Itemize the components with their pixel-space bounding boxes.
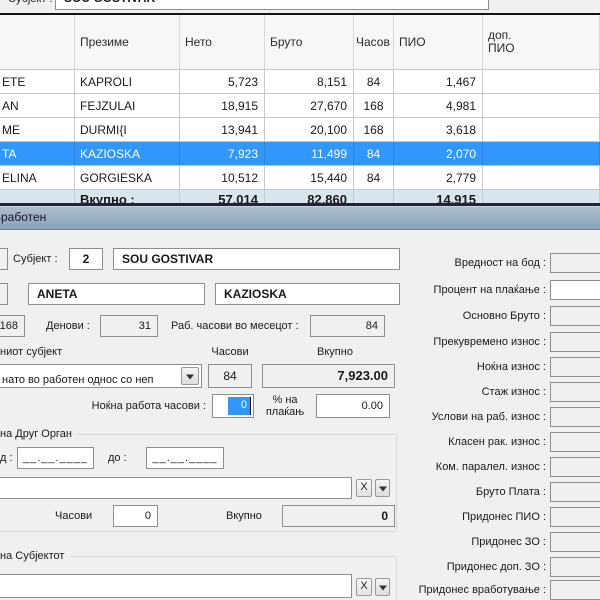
other-organ-hours-label: Часови <box>55 510 92 522</box>
other-organ-clear-button[interactable]: X <box>356 479 372 497</box>
right-field-uslovi <box>550 407 600 427</box>
hours-168-field: 168 <box>0 315 25 337</box>
month-hours-label: Раб. часови во месецот : <box>171 320 299 332</box>
night-work-selected-text: 0 <box>228 397 250 415</box>
first-name-field[interactable]: ANETA <box>28 283 205 305</box>
subject-clear-button[interactable]: X <box>356 578 372 596</box>
row-number-stub-field2 <box>0 283 8 305</box>
date-from-label: д : <box>0 452 13 464</box>
last-name-field[interactable]: KAZIOSKA <box>215 283 400 305</box>
other-organ-hours-field[interactable]: 0 <box>113 505 158 527</box>
night-work-label: Ноќна работа часови : <box>60 400 206 412</box>
col-header-neto[interactable]: Нето <box>180 15 265 69</box>
other-organ-total-label: Вкупно <box>226 510 262 522</box>
right-field-prekuvremeno <box>550 332 600 352</box>
col-header-surname[interactable]: Презиме <box>75 15 180 69</box>
right-label-vrednost: Вредност на бод : <box>408 253 546 273</box>
employee-panel-header[interactable]: Вработен <box>0 206 600 230</box>
right-label-nokna: Ноќна износ : <box>408 357 546 377</box>
right-field-kom-paralel <box>550 457 600 477</box>
night-work-hours-field[interactable]: 0 <box>212 394 254 418</box>
right-field-pridones-vrabotuvanje <box>550 580 600 600</box>
work-relation-total-field: 7,923.00 <box>262 364 395 388</box>
main-subject-section-label: ниот субјект <box>0 346 62 358</box>
right-field-pridones-pio <box>550 507 600 527</box>
employee-panel-title: Вработен <box>0 206 46 229</box>
right-label-osnovno-bruto: Основно Бруто : <box>408 306 546 326</box>
table-row-selected[interactable]: TA KAZIOSKA 7,923 11,499 84 2,070 <box>0 142 600 166</box>
right-field-osnovno-bruto <box>550 306 600 326</box>
right-label-kom-paralel: Ком. паралел. износ : <box>408 457 546 477</box>
col-header-hours[interactable]: Часов <box>354 15 394 69</box>
col-header-dop-pio[interactable]: доп. ПИО <box>483 15 600 69</box>
right-field-staz <box>550 382 600 402</box>
right-field-bruto-plata <box>550 482 600 502</box>
other-organ-total-field: 0 <box>282 505 395 527</box>
right-field-klasen <box>550 432 600 452</box>
right-label-uslovi: Услови на раб. износ : <box>408 407 546 427</box>
top-partial-row: Субјект : SOU GOSTIVAR <box>0 0 600 13</box>
right-label-procent: Процент на плаќање : <box>408 280 546 300</box>
date-from-field[interactable]: __.__.____ <box>17 447 94 469</box>
percent-pay-field[interactable]: 0.00 <box>316 394 390 418</box>
right-label-staz: Стаж износ : <box>408 382 546 402</box>
right-label-pridones-zo: Придонес ЗО : <box>408 532 546 552</box>
subject-label: Субјект : <box>13 253 58 265</box>
row-number-stub-field <box>0 248 8 270</box>
employee-table: Презиме Нето Бруто Часов ПИО доп. ПИО ET… <box>0 15 600 209</box>
table-row[interactable]: ETE KAPROLI 5,723 8,151 84 1,467 <box>0 70 600 94</box>
subject-dropdown-button[interactable] <box>375 578 390 596</box>
work-relation-hours-field: 84 <box>208 364 252 388</box>
chevron-down-icon <box>379 586 387 591</box>
date-to-field[interactable]: __.__.____ <box>146 447 224 469</box>
work-relation-dropdown-button[interactable] <box>181 367 199 385</box>
right-field-pridones-dop-zo <box>550 557 600 577</box>
subject-code-field[interactable]: 2 <box>69 248 103 270</box>
right-label-pridones-dop-zo: Придонес доп. ЗО : <box>408 557 546 577</box>
table-row[interactable]: AN FEJZULAI 18,915 27,670 168 4,981 <box>0 94 600 118</box>
table-row[interactable]: ELINA GORGIESKA 10,512 15,440 84 2,779 <box>0 166 600 190</box>
days-field: 31 <box>100 315 158 337</box>
month-hours-field: 84 <box>310 315 385 337</box>
right-label-prekuvremeno: Прекувремено износ : <box>408 332 546 352</box>
right-field-pridones-zo <box>550 532 600 552</box>
subject-name-field[interactable]: SOU GOSTIVAR <box>113 248 400 270</box>
other-organ-group-title: на Друг Орган <box>0 428 78 440</box>
right-label-klasen: Класен рак. износ : <box>408 432 546 452</box>
other-organ-dropdown-button[interactable] <box>375 479 390 497</box>
right-label-pridones-vrabotuvanje: Придонес вработување : <box>408 580 546 600</box>
hours-column-label: Часови <box>204 346 256 358</box>
total-column-label: Вкупно <box>290 346 380 358</box>
subject-group-title: на Субјектот <box>0 550 70 562</box>
col-header-name[interactable] <box>0 15 75 69</box>
chevron-down-icon <box>379 487 387 492</box>
right-label-bruto-plata: Бруто Плата : <box>408 482 546 502</box>
subject-top-label: Субјект : <box>8 0 53 5</box>
days-label: Денови : <box>46 320 90 332</box>
chevron-down-icon <box>186 375 194 380</box>
right-field-procent[interactable] <box>550 280 600 300</box>
col-header-pio[interactable]: ПИО <box>394 15 483 69</box>
work-relation-combo-text: нато во работен однос со неп <box>2 369 154 391</box>
table-header-row: Презиме Нето Бруто Часов ПИО доп. ПИО <box>0 15 600 70</box>
payroll-app-window: Субјект : SOU GOSTIVAR Презиме Нето Брут… <box>0 0 600 600</box>
table-row[interactable]: ME DURMI{I 13,941 20,100 168 3,618 <box>0 118 600 142</box>
percent-pay-label: % на плаќањ <box>256 394 314 418</box>
right-field-vrednost <box>550 253 600 273</box>
col-header-bruto[interactable]: Бруто <box>265 15 354 69</box>
other-organ-lookup-field[interactable] <box>0 477 352 499</box>
subject-lookup-field[interactable] <box>0 574 352 598</box>
right-field-nokna <box>550 357 600 377</box>
work-relation-combobox[interactable]: нато во работен однос со неп <box>0 364 202 388</box>
date-to-label: до : <box>108 452 127 464</box>
right-label-pridones-pio: Придонес ПИО : <box>408 507 546 527</box>
subject-top-field[interactable]: SOU GOSTIVAR <box>55 0 489 10</box>
text-cursor <box>250 397 251 415</box>
